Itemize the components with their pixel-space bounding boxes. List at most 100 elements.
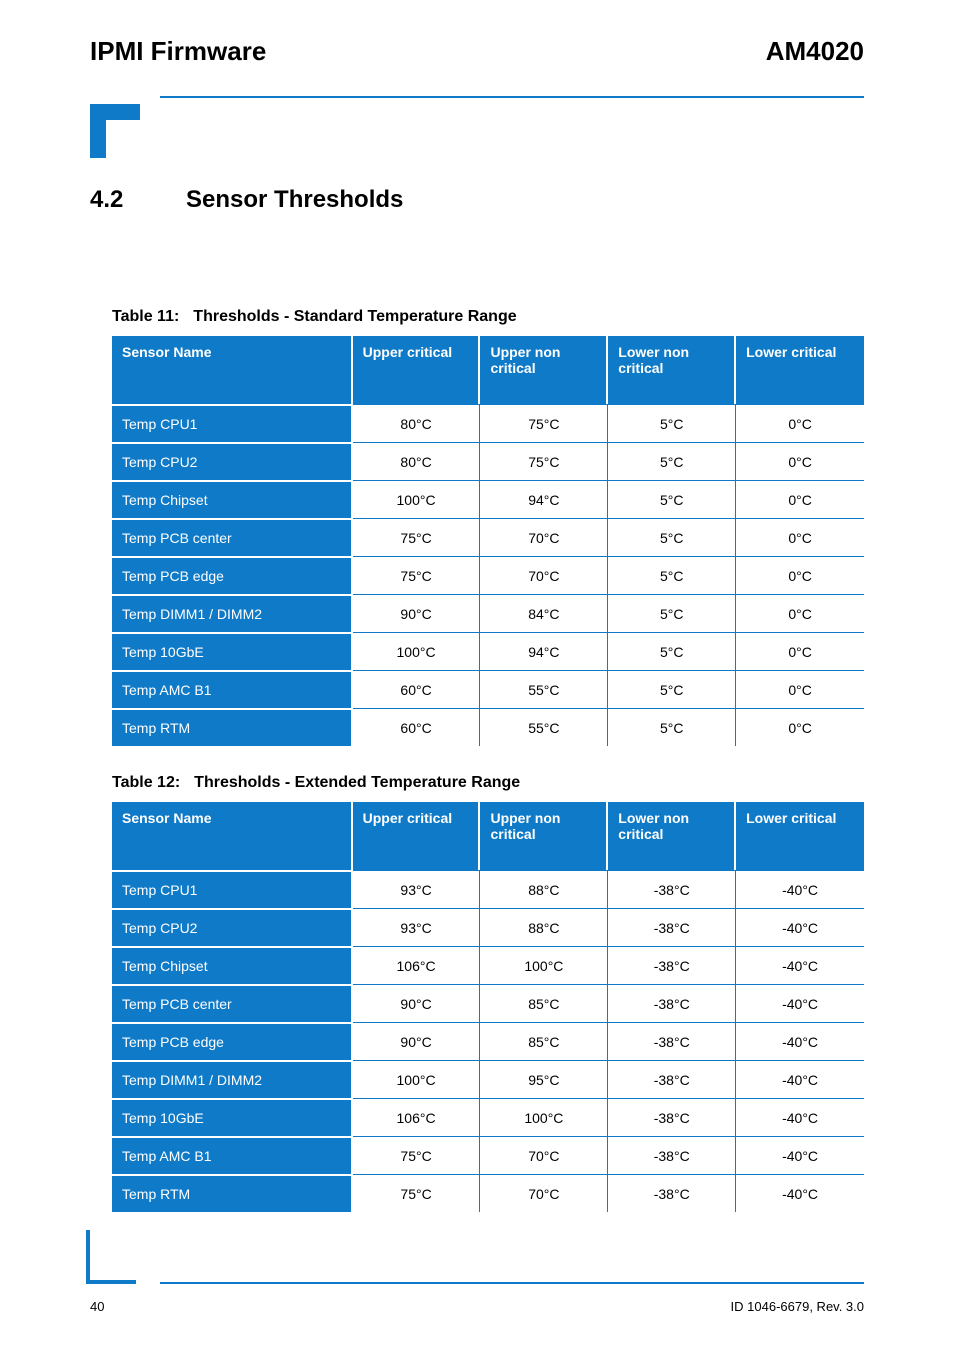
threshold-uw-cell: 88°C (480, 908, 608, 946)
threshold-uw-cell: 84°C (480, 594, 608, 632)
threshold-uw-cell: 88°C (480, 870, 608, 908)
table-row: Temp CPU280°C75°C5°C0°C (112, 442, 864, 480)
threshold-uc-cell: 93°C (353, 908, 481, 946)
threshold-lw-cell: 5°C (608, 442, 736, 480)
threshold-uc-cell: 100°C (353, 1060, 481, 1098)
section-number: 4.2 (90, 186, 186, 214)
sensor-name-cell: Temp PCB edge (112, 556, 353, 594)
threshold-uw-cell: 94°C (480, 480, 608, 518)
threshold-lc-cell: 0°C (736, 518, 864, 556)
threshold-uw-cell: 95°C (480, 1060, 608, 1098)
table-row: Temp RTM60°C55°C5°C0°C (112, 708, 864, 746)
threshold-uc-cell: 90°C (353, 594, 481, 632)
threshold-lw-cell: 5°C (608, 708, 736, 746)
sensor-name-cell: Temp RTM (112, 708, 353, 746)
threshold-lc-cell: -40°C (736, 1098, 864, 1136)
sensor-name-cell: Temp RTM (112, 1174, 353, 1212)
table-row: Temp CPU293°C88°C-38°C-40°C (112, 908, 864, 946)
sensor-name-cell: Temp 10GbE (112, 1098, 353, 1136)
threshold-lc-cell: -40°C (736, 1060, 864, 1098)
threshold-lc-cell: 0°C (736, 632, 864, 670)
threshold-lw-cell: -38°C (608, 1174, 736, 1212)
sensor-name-cell: Temp 10GbE (112, 632, 353, 670)
threshold-uc-cell: 90°C (353, 1022, 481, 1060)
col-lower-noncritical: Lower non critical (608, 802, 736, 870)
threshold-uw-cell: 75°C (480, 404, 608, 442)
sensor-name-cell: Temp PCB center (112, 984, 353, 1022)
threshold-lc-cell: -40°C (736, 1022, 864, 1060)
threshold-lw-cell: -38°C (608, 1098, 736, 1136)
page-footer: 40 ID 1046-6679, Rev. 3.0 (90, 1299, 864, 1314)
threshold-uw-cell: 100°C (480, 1098, 608, 1136)
threshold-lc-cell: 0°C (736, 708, 864, 746)
threshold-lc-cell: -40°C (736, 946, 864, 984)
table-11-caption: Table 11: Thresholds - Standard Temperat… (112, 308, 864, 326)
threshold-lw-cell: 5°C (608, 480, 736, 518)
threshold-lc-cell: -40°C (736, 1174, 864, 1212)
table-row: Temp PCB center75°C70°C5°C0°C (112, 518, 864, 556)
threshold-lw-cell: 5°C (608, 632, 736, 670)
table-row: Temp PCB center90°C85°C-38°C-40°C (112, 984, 864, 1022)
threshold-lw-cell: 5°C (608, 556, 736, 594)
threshold-uc-cell: 80°C (353, 404, 481, 442)
threshold-uw-cell: 75°C (480, 442, 608, 480)
threshold-uw-cell: 70°C (480, 1174, 608, 1212)
sensor-name-cell: Temp CPU2 (112, 908, 353, 946)
table-row: Temp DIMM1 / DIMM2100°C95°C-38°C-40°C (112, 1060, 864, 1098)
table-row: Temp PCB edge90°C85°C-38°C-40°C (112, 1022, 864, 1060)
table-11-caption-prefix: Table 11: (112, 308, 179, 326)
threshold-uw-cell: 70°C (480, 1136, 608, 1174)
table-row: Temp 10GbE106°C100°C-38°C-40°C (112, 1098, 864, 1136)
sensor-name-cell: Temp CPU1 (112, 404, 353, 442)
sensor-name-cell: Temp AMC B1 (112, 1136, 353, 1174)
sensor-name-cell: Temp DIMM1 / DIMM2 (112, 1060, 353, 1098)
threshold-lw-cell: 5°C (608, 404, 736, 442)
table-12-table: Sensor Name Upper critical Upper non cri… (112, 802, 864, 1212)
sensor-name-cell: Temp CPU2 (112, 442, 353, 480)
threshold-uw-cell: 55°C (480, 708, 608, 746)
section-title: Sensor Thresholds (186, 186, 403, 214)
threshold-lc-cell: 0°C (736, 404, 864, 442)
table-11-caption-title: Thresholds - Standard Temperature Range (193, 308, 516, 326)
threshold-lw-cell: -38°C (608, 1022, 736, 1060)
threshold-lc-cell: 0°C (736, 670, 864, 708)
threshold-uc-cell: 75°C (353, 518, 481, 556)
sensor-name-cell: Temp PCB edge (112, 1022, 353, 1060)
threshold-uw-cell: 94°C (480, 632, 608, 670)
header-left: IPMI Firmware (90, 36, 266, 67)
page: IPMI Firmware AM4020 4.2 Sensor Threshol… (0, 0, 954, 1350)
table-12-caption-prefix: Table 12: (112, 774, 180, 792)
table-11: Table 11: Thresholds - Standard Temperat… (112, 308, 864, 746)
threshold-lw-cell: -38°C (608, 1060, 736, 1098)
section-heading: 4.2 Sensor Thresholds (90, 186, 864, 214)
table-12-head: Sensor Name Upper critical Upper non cri… (112, 802, 864, 870)
threshold-lc-cell: -40°C (736, 908, 864, 946)
page-header: IPMI Firmware AM4020 (90, 36, 864, 67)
col-upper-noncritical: Upper non critical (480, 336, 608, 404)
threshold-lc-cell: 0°C (736, 556, 864, 594)
threshold-lw-cell: -38°C (608, 908, 736, 946)
corner-bottom-left-icon (86, 1230, 136, 1284)
threshold-uc-cell: 106°C (353, 1098, 481, 1136)
threshold-uc-cell: 75°C (353, 1174, 481, 1212)
threshold-uw-cell: 55°C (480, 670, 608, 708)
page-number: 40 (90, 1299, 150, 1314)
table-row: Temp CPU193°C88°C-38°C-40°C (112, 870, 864, 908)
threshold-lw-cell: -38°C (608, 1136, 736, 1174)
corner-top-left-icon (90, 104, 140, 158)
col-upper-critical: Upper critical (353, 802, 481, 870)
threshold-lc-cell: 0°C (736, 442, 864, 480)
threshold-lw-cell: -38°C (608, 870, 736, 908)
col-lower-critical: Lower critical (736, 336, 864, 404)
table-row: Temp DIMM1 / DIMM290°C84°C5°C0°C (112, 594, 864, 632)
table-11-table: Sensor Name Upper critical Upper non cri… (112, 336, 864, 746)
table-11-head: Sensor Name Upper critical Upper non cri… (112, 336, 864, 404)
table-12: Table 12: Thresholds - Extended Temperat… (112, 774, 864, 1212)
col-lower-critical: Lower critical (736, 802, 864, 870)
threshold-uc-cell: 100°C (353, 480, 481, 518)
table-12-body: Temp CPU193°C88°C-38°C-40°CTemp CPU293°C… (112, 870, 864, 1212)
table-11-body: Temp CPU180°C75°C5°C0°CTemp CPU280°C75°C… (112, 404, 864, 746)
threshold-uc-cell: 60°C (353, 670, 481, 708)
header-right: AM4020 (766, 36, 864, 67)
sensor-name-cell: Temp Chipset (112, 480, 353, 518)
